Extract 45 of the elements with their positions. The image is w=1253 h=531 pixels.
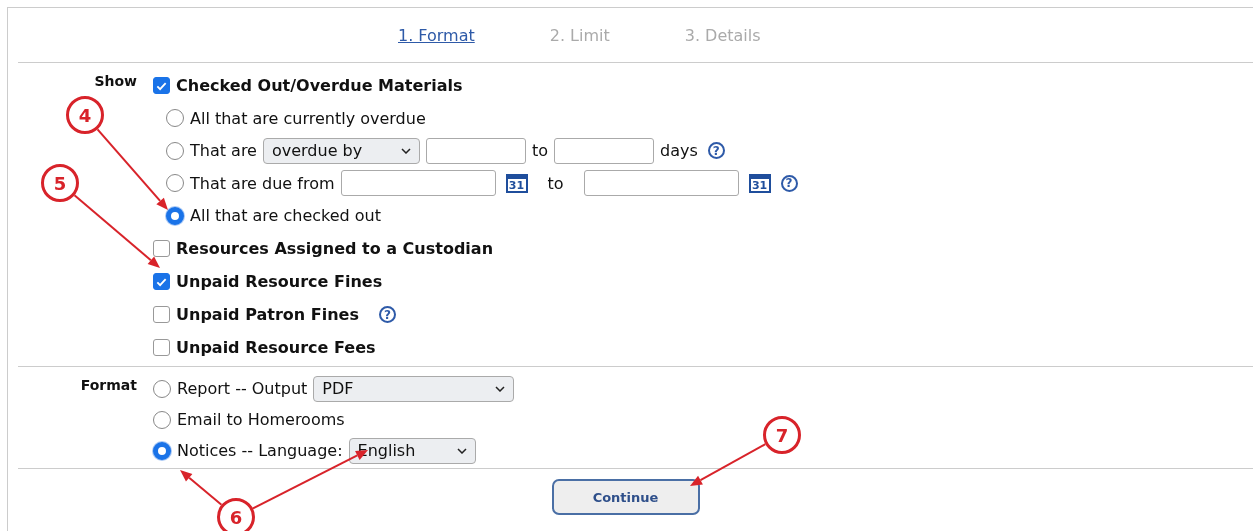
dropdown[interactable]: PDF [313, 375, 515, 402]
checkbox[interactable] [153, 273, 170, 290]
option-label: Report -- Output [177, 379, 308, 398]
date-field[interactable] [340, 170, 496, 197]
dropdown[interactable]: overdue by [262, 137, 420, 164]
option-label: That are due from [190, 173, 335, 193]
step-number-badge: 6 [217, 498, 255, 531]
option-label: That are [190, 141, 257, 161]
checkbox-label: Checked Out/Overdue Materials [176, 76, 463, 95]
caret-icon [495, 385, 506, 392]
caret-icon [456, 447, 467, 454]
continue-button[interactable]: Continue [551, 479, 700, 515]
to-label: to [531, 141, 548, 161]
option-label: All that are currently overdue [190, 108, 426, 128]
checkbox-label: Unpaid Resource Fines [176, 272, 383, 291]
unit-label: days [660, 141, 698, 161]
radio-button[interactable] [166, 206, 184, 225]
date-field[interactable] [583, 170, 739, 197]
checkbox[interactable] [153, 240, 170, 257]
to-label: to [547, 173, 564, 193]
calendar-icon[interactable]: 31 [505, 173, 528, 193]
input-field[interactable] [554, 137, 654, 164]
option-label: Notices -- Language: [177, 441, 343, 460]
help-icon[interactable]: ? [707, 142, 725, 160]
checkbox-label: Unpaid Patron Fines [176, 305, 359, 324]
radio-button[interactable] [153, 441, 171, 460]
help-icon[interactable]: ? [378, 306, 396, 323]
step-number-badge: 7 [763, 416, 801, 454]
calendar-icon[interactable]: 31 [748, 173, 771, 193]
option-label: All that are checked out [190, 206, 382, 226]
step-number-badge: 4 [66, 96, 104, 134]
checkbox[interactable] [153, 339, 170, 356]
checkbox-label: Unpaid Resource Fees [176, 338, 376, 357]
section-label: Show [93, 72, 138, 89]
input-field[interactable] [425, 137, 526, 164]
checkbox-label: Resources Assigned to a Custodian [176, 239, 494, 258]
section-label: Format [79, 376, 138, 393]
step-tab[interactable]: 1. Format [398, 25, 475, 45]
annotation-arrow [180, 470, 223, 506]
help-icon[interactable]: ? [780, 174, 798, 192]
checkbox[interactable] [153, 306, 170, 323]
step-number-badge: 5 [41, 164, 79, 202]
checkbox[interactable] [153, 77, 170, 94]
caret-icon [400, 147, 411, 154]
option-label: Email to Homerooms [177, 410, 345, 429]
